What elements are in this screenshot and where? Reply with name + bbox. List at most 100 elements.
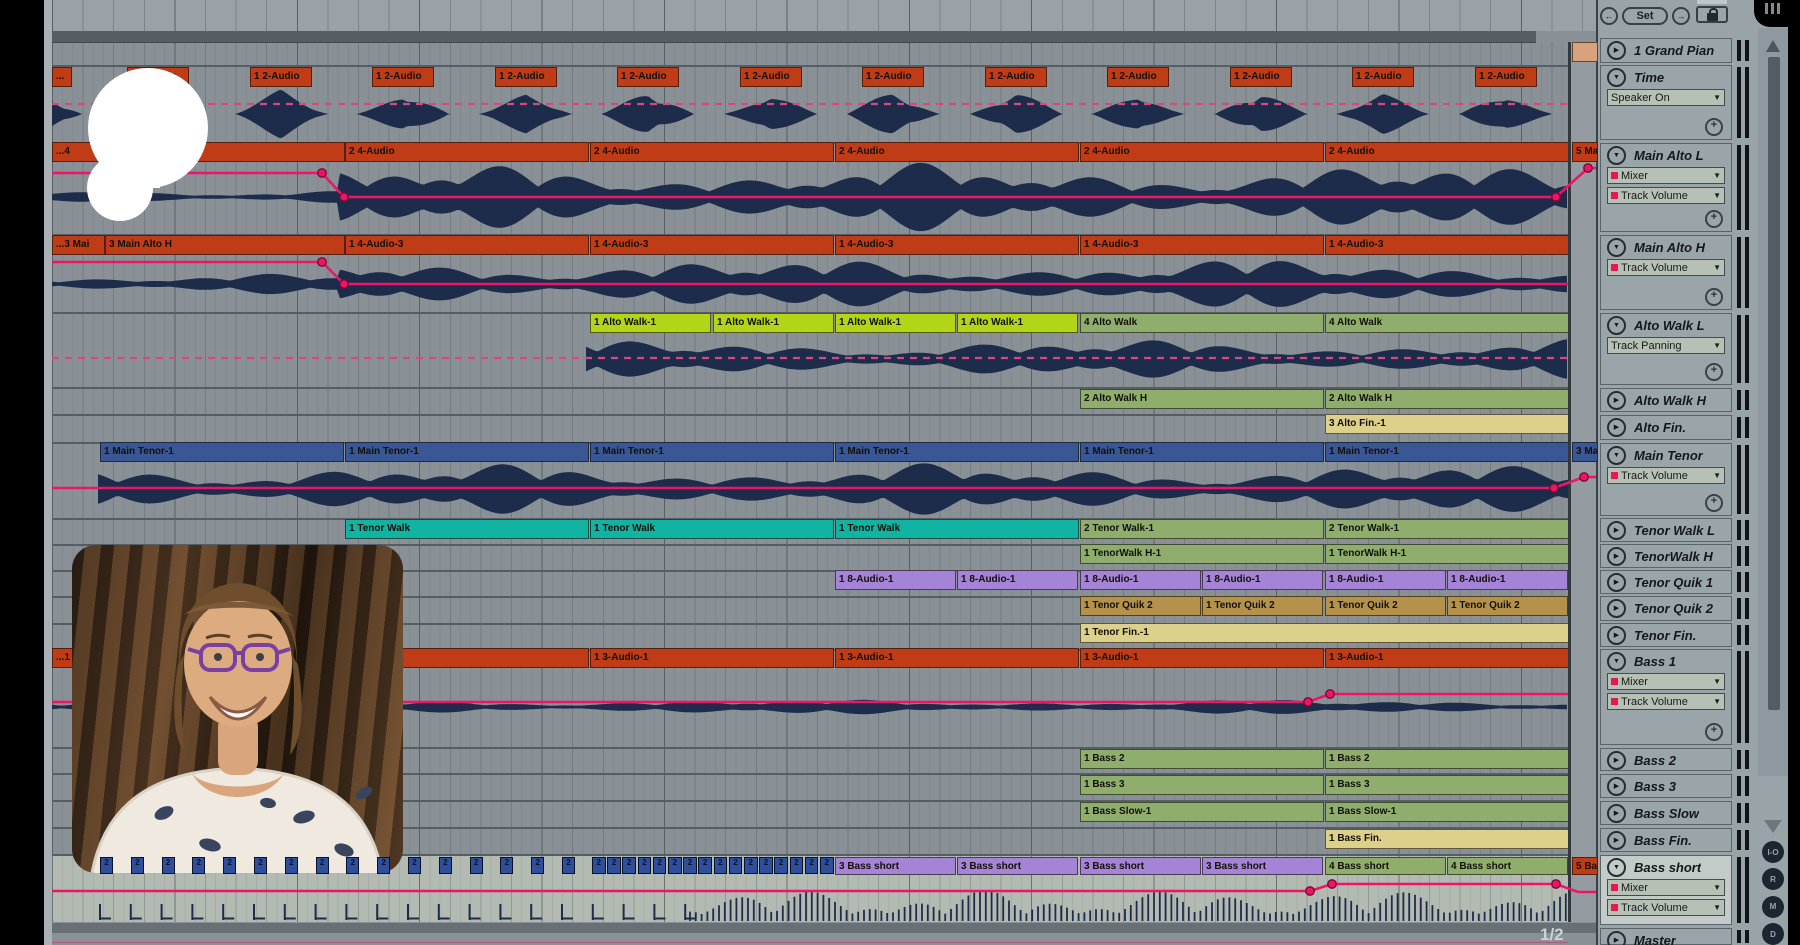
- clip[interactable]: 1 Bass Slow-1: [1325, 802, 1569, 822]
- device-dropdown[interactable]: Mixer▼: [1607, 167, 1725, 184]
- track-header-bass-1[interactable]: ▼Bass 1Mixer▼Track Volume▼+: [1600, 649, 1732, 745]
- clip[interactable]: 1 2-Audio: [862, 67, 924, 87]
- device-dropdown[interactable]: Mixer▼: [1607, 879, 1725, 896]
- clip[interactable]: 1 3-Audio-1: [1325, 648, 1569, 668]
- mini-clip[interactable]: 2: [622, 857, 636, 874]
- left-scroll-strip[interactable]: [44, 0, 52, 945]
- add-automation-lane-button[interactable]: +: [1705, 118, 1723, 136]
- clip[interactable]: 2 4-Audio: [1325, 142, 1569, 162]
- clip[interactable]: 2 4-Audio: [835, 142, 1079, 162]
- mini-clip[interactable]: 2: [100, 857, 113, 874]
- clip[interactable]: 2 4-Audio: [345, 142, 589, 162]
- mini-clip[interactable]: 2: [346, 857, 359, 874]
- mini-clip[interactable]: 2: [805, 857, 819, 874]
- clip[interactable]: 1 Main Tenor-1: [835, 442, 1079, 462]
- mini-clip[interactable]: 2: [285, 857, 298, 874]
- clip[interactable]: 1 Alto Walk-1: [957, 313, 1078, 333]
- clip[interactable]: 1 Main Tenor-1: [100, 442, 344, 462]
- expand-play-icon[interactable]: ▶: [1607, 599, 1626, 618]
- clip[interactable]: 4 Bass short: [1325, 857, 1446, 875]
- mini-clip[interactable]: 2: [774, 857, 788, 874]
- scrollbar-thumb[interactable]: [1768, 57, 1780, 710]
- side-toggle-d[interactable]: D: [1762, 923, 1784, 945]
- clip[interactable]: ...3 Mai: [52, 235, 105, 255]
- clip[interactable]: 3 Bass short: [957, 857, 1078, 875]
- clip[interactable]: 1 8-Audio-1: [957, 570, 1078, 590]
- clip[interactable]: 2 4-Audio: [590, 142, 834, 162]
- track-header-bass-3[interactable]: ▶Bass 3: [1600, 774, 1732, 798]
- clip[interactable]: 1 2-Audio: [1107, 67, 1169, 87]
- clip[interactable]: 2 Alto Walk H: [1080, 389, 1324, 409]
- clip[interactable]: 1 2-Audio: [985, 67, 1047, 87]
- track-header-alto-fin-[interactable]: ▶Alto Fin.: [1600, 415, 1732, 440]
- track-header-bass-short[interactable]: ▼Bass shortMixer▼Track Volume▼: [1600, 855, 1732, 925]
- clip[interactable]: 3 Main Alto H: [105, 235, 345, 255]
- lock-button[interactable]: [1696, 6, 1728, 23]
- mini-clip[interactable]: 2: [790, 857, 804, 874]
- side-toggle-m[interactable]: M: [1762, 896, 1784, 918]
- expand-play-icon[interactable]: ▶: [1607, 391, 1626, 410]
- scroll-down-icon[interactable]: [1764, 820, 1782, 833]
- collapse-icon[interactable]: ▼: [1607, 858, 1626, 877]
- clip[interactable]: 1 Bass 2: [1325, 749, 1569, 769]
- track-header-tenor-walk-l[interactable]: ▶Tenor Walk L: [1600, 518, 1732, 542]
- clip[interactable]: 1 Bass Slow-1: [1080, 802, 1324, 822]
- mini-clip[interactable]: 2: [562, 857, 575, 874]
- clip[interactable]: 5 Ba: [1572, 857, 1598, 875]
- clip[interactable]: 3 Alto Fin.-1: [1325, 414, 1569, 434]
- add-automation-lane-button[interactable]: +: [1705, 494, 1723, 512]
- track-header-1-grand-pian[interactable]: ▶1 Grand Pian: [1600, 38, 1732, 63]
- clip[interactable]: 2 Tenor Walk-1: [1325, 519, 1569, 539]
- clip[interactable]: 1 TenorWalk H-1: [1325, 544, 1569, 564]
- collapse-icon[interactable]: ▼: [1607, 652, 1626, 671]
- track-header-alto-walk-h[interactable]: ▶Alto Walk H: [1600, 388, 1732, 412]
- clip[interactable]: 1 Alto Walk-1: [713, 313, 834, 333]
- clip[interactable]: 1 2-Audio: [1230, 67, 1292, 87]
- clip[interactable]: 1 Bass 3: [1325, 775, 1569, 795]
- expand-play-icon[interactable]: ▶: [1607, 931, 1626, 945]
- collapse-icon[interactable]: ▼: [1607, 68, 1626, 87]
- mini-clip[interactable]: 2: [192, 857, 205, 874]
- mini-clip[interactable]: 2: [759, 857, 773, 874]
- clip[interactable]: 1 4-Audio-3: [590, 235, 834, 255]
- expand-play-icon[interactable]: ▶: [1607, 418, 1626, 437]
- mini-clip[interactable]: 2: [131, 857, 144, 874]
- device-dropdown[interactable]: Track Volume▼: [1607, 899, 1725, 916]
- device-dropdown[interactable]: Mixer▼: [1607, 673, 1725, 690]
- track-header-alto-walk-l[interactable]: ▼Alto Walk LTrack Panning▼+: [1600, 313, 1732, 385]
- mini-clip[interactable]: 2: [408, 857, 421, 874]
- clip[interactable]: 1 3-Audio-1: [1080, 648, 1324, 668]
- clip[interactable]: 1 Tenor Quik 2: [1325, 596, 1446, 616]
- collapse-icon[interactable]: ▼: [1607, 446, 1626, 465]
- clip[interactable]: 1 Bass 2: [1080, 749, 1324, 769]
- track-header-tenor-fin-[interactable]: ▶Tenor Fin.: [1600, 623, 1732, 647]
- scroll-up-icon[interactable]: [1766, 40, 1780, 52]
- track-header-tenor-quik-1[interactable]: ▶Tenor Quik 1: [1600, 570, 1732, 594]
- mini-clip[interactable]: 2: [439, 857, 452, 874]
- side-toggle-i-o[interactable]: I-O: [1762, 841, 1784, 863]
- mini-clip[interactable]: 2: [668, 857, 682, 874]
- clip[interactable]: 3 Bass short: [1202, 857, 1323, 875]
- clip[interactable]: 1 4-Audio-3: [345, 235, 589, 255]
- mini-clip[interactable]: 2: [531, 857, 544, 874]
- clip[interactable]: 1 4-Audio-3: [1080, 235, 1324, 255]
- track-header-time[interactable]: ▼TimeSpeaker On▼+: [1600, 65, 1732, 140]
- mini-clip[interactable]: 2: [223, 857, 236, 874]
- expand-play-icon[interactable]: ▶: [1607, 831, 1626, 850]
- mini-clip[interactable]: 2: [638, 857, 652, 874]
- track-header-bass-2[interactable]: ▶Bass 2: [1600, 748, 1732, 771]
- mini-clip[interactable]: 2: [744, 857, 758, 874]
- collapse-icon[interactable]: ▼: [1607, 146, 1626, 165]
- clip[interactable]: 1 Bass Fin.: [1325, 829, 1569, 849]
- clip[interactable]: 1 Main Tenor-1: [1080, 442, 1324, 462]
- device-dropdown[interactable]: Track Volume▼: [1607, 259, 1725, 276]
- clip[interactable]: 4 Alto Walk: [1325, 313, 1569, 333]
- track-header-tenorwalk-h[interactable]: ▶TenorWalk H: [1600, 544, 1732, 568]
- mini-clip[interactable]: 2: [500, 857, 513, 874]
- clip[interactable]: 1 TenorWalk H-1: [1080, 544, 1324, 564]
- clip[interactable]: 1 Tenor Quik 2: [1447, 596, 1568, 616]
- clip[interactable]: 1 2-Audio: [250, 67, 312, 87]
- set-prev-button[interactable]: ←: [1600, 7, 1618, 25]
- clip[interactable]: 3 Bass short: [835, 857, 956, 875]
- beat-ruler[interactable]: [52, 0, 1596, 31]
